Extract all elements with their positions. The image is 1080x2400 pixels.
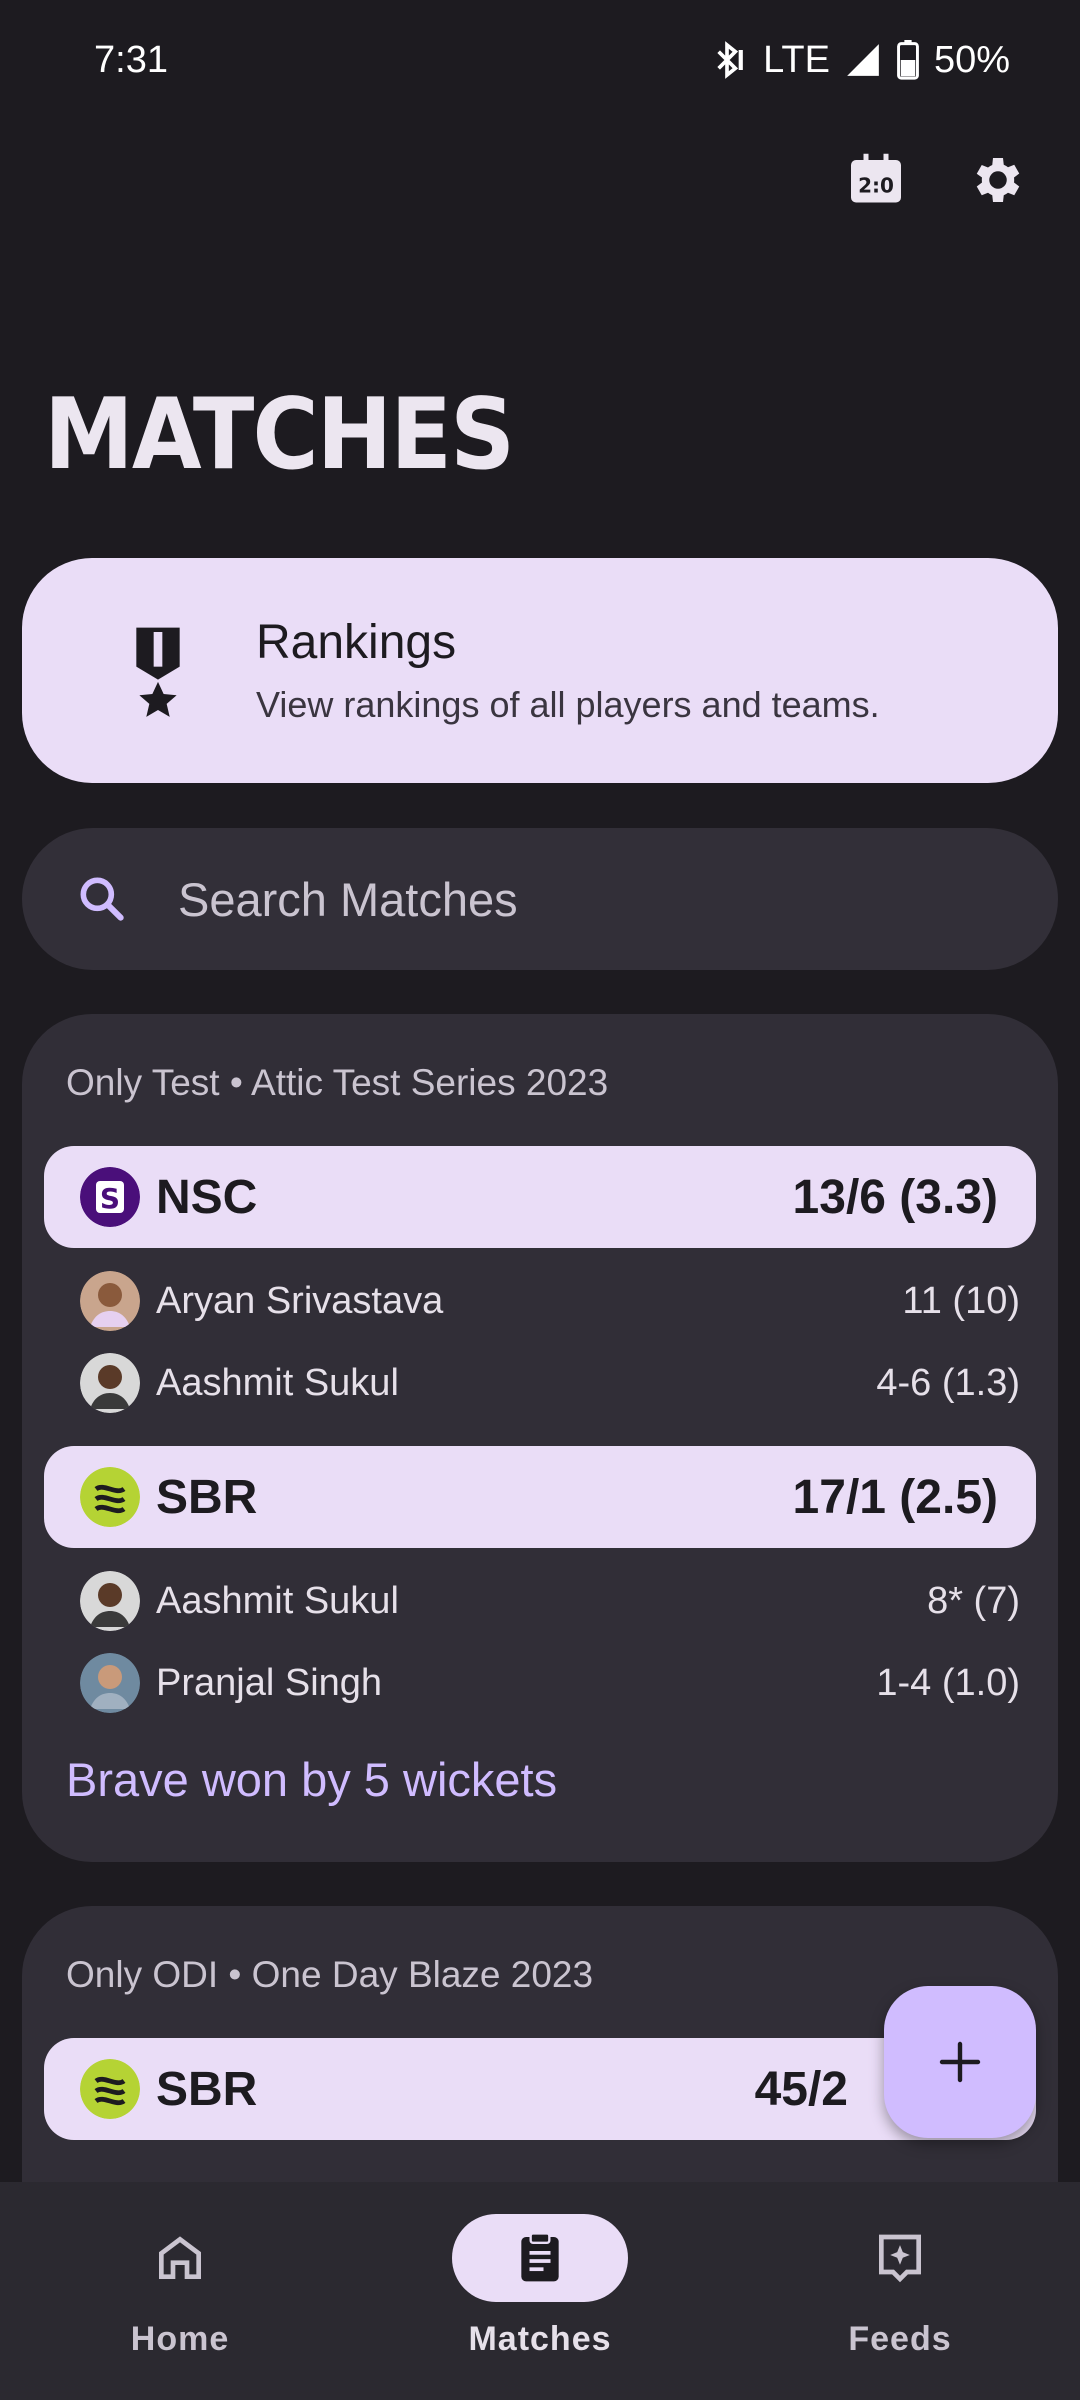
medal-icon (136, 627, 180, 717)
match-card[interactable]: Only Test • Attic Test Series 2023 S NSC… (22, 1014, 1058, 1862)
battery-level: 50% (933, 38, 1010, 81)
player-stat: 1-4 (1.0) (876, 1661, 1020, 1704)
network-type: LTE (763, 38, 830, 81)
bluetooth-icon (717, 41, 743, 79)
team-name: SBR (156, 1470, 258, 1524)
nav-label: Feeds (848, 2320, 952, 2358)
rankings-text: Rankings View rankings of all players an… (256, 615, 880, 726)
home-icon (159, 2236, 201, 2279)
status-icons: LTE 50% (705, 39, 1010, 82)
player-stat: 11 (10) (902, 1279, 1020, 1322)
svg-text:S: S (100, 1182, 120, 1215)
bottom-navigation: Home Matches Feeds (0, 2182, 1080, 2400)
player-row: Aashmit Sukul 4-6 (1.3) (80, 1352, 1020, 1414)
nav-item-matches[interactable]: Matches (390, 2182, 690, 2359)
gear-icon (976, 158, 1020, 202)
clipboard-icon (521, 2232, 559, 2282)
nav-item-home[interactable]: Home (30, 2182, 330, 2359)
match-meta: Only Test • Attic Test Series 2023 (66, 1062, 609, 1103)
team-score: 17/1 (2.5) (792, 1470, 998, 1524)
avatar (80, 1353, 140, 1413)
team-name: SBR (156, 2062, 258, 2116)
player-row: Aashmit Sukul 8* (7) (80, 1570, 1020, 1632)
top-actions: 2:0 (844, 148, 1030, 212)
team-logo-nsc: S (80, 1167, 140, 1227)
match-result: Brave won by 5 wickets (66, 1753, 558, 1806)
plus-icon (939, 2041, 981, 2083)
team-row-sbr: SBR 17/1 (2.5) (44, 1446, 1036, 1548)
nav-label: Home (130, 2320, 230, 2358)
nav-icon-container (812, 2214, 988, 2302)
team-row-nsc: S NSC 13/6 (3.3) (44, 1146, 1036, 1248)
team-logo-sbr (80, 2059, 140, 2119)
status-time: 7:31 (94, 38, 168, 81)
search-bar[interactable]: Search Matches (22, 828, 1058, 970)
team-name: NSC (156, 1170, 258, 1224)
rankings-card[interactable]: Rankings View rankings of all players an… (22, 558, 1058, 783)
player-name: Pranjal Singh (156, 1661, 383, 1704)
rankings-title: Rankings (256, 616, 457, 669)
player-name: Aashmit Sukul (156, 1579, 399, 1622)
add-match-button[interactable] (884, 1986, 1036, 2138)
nav-label: Matches (468, 2320, 612, 2358)
nav-item-feeds[interactable]: Feeds (750, 2182, 1050, 2359)
rankings-subtitle: View rankings of all players and teams. (256, 684, 880, 725)
nav-icon-container (452, 2214, 628, 2302)
svg-text:2:0: 2:0 (858, 174, 894, 198)
avatar (80, 1653, 140, 1713)
search-input[interactable]: Search Matches (178, 872, 518, 927)
player-stat: 4-6 (1.3) (876, 1361, 1020, 1404)
nav-icon-container (92, 2214, 268, 2302)
match-meta: Only ODI • One Day Blaze 2023 (66, 1954, 594, 1995)
scoreboard-button[interactable]: 2:0 (844, 148, 908, 212)
player-row: Aryan Srivastava 11 (10) (80, 1270, 1020, 1332)
scoreboard-icon: 2:0 (851, 153, 901, 203)
player-stat: 8* (7) (927, 1579, 1020, 1622)
avatar (80, 1271, 140, 1331)
sparkle-icon (879, 2234, 921, 2283)
settings-button[interactable] (966, 148, 1030, 212)
player-name: Aryan Srivastava (156, 1279, 444, 1322)
team-logo-sbr (80, 1467, 140, 1527)
avatar (80, 1571, 140, 1631)
search-icon (80, 877, 124, 921)
team-score: 13/6 (3.3) (792, 1170, 998, 1224)
player-row: Pranjal Singh 1-4 (1.0) (80, 1652, 1020, 1714)
status-bar: 7:31 LTE 50% (0, 0, 1080, 120)
battery-icon (897, 40, 919, 80)
player-name: Aashmit Sukul (156, 1361, 399, 1404)
team-score: 45/2 (754, 2062, 848, 2116)
page-title: MATCHES (44, 378, 515, 492)
signal-icon (847, 44, 879, 76)
